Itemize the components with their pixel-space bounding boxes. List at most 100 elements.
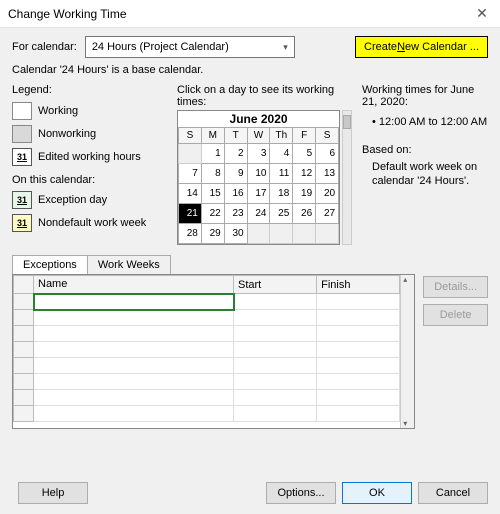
col-name[interactable]: Name bbox=[34, 276, 234, 294]
working-times-title: Working times for June 21, 2020: bbox=[362, 84, 488, 108]
grid-corner bbox=[14, 276, 34, 294]
row-header[interactable] bbox=[14, 390, 34, 406]
calendar-day[interactable]: 20 bbox=[316, 184, 339, 204]
grid-cell[interactable] bbox=[234, 390, 317, 406]
exceptions-grid[interactable]: Name Start Finish bbox=[12, 274, 415, 429]
working-times-panel: Working times for June 21, 2020: • 12:00… bbox=[362, 84, 488, 245]
title-bar: Change Working Time ✕ bbox=[0, 0, 500, 28]
details-button[interactable]: Details... bbox=[423, 276, 488, 298]
legend-panel: Legend: Working Nonworking 31Edited work… bbox=[12, 84, 167, 245]
calendar-grid[interactable]: SMTWThFS 1234567891011121314151617181920… bbox=[178, 127, 339, 244]
calendar-day[interactable]: 23 bbox=[224, 204, 247, 224]
grid-cell[interactable] bbox=[317, 342, 400, 358]
calendar-day[interactable]: 1 bbox=[201, 144, 224, 164]
row-header[interactable] bbox=[14, 374, 34, 390]
calendar-day[interactable]: 16 bbox=[224, 184, 247, 204]
grid-cell[interactable] bbox=[234, 310, 317, 326]
grid-cell[interactable] bbox=[234, 358, 317, 374]
calendar-day[interactable]: 22 bbox=[201, 204, 224, 224]
options-button[interactable]: Options... bbox=[266, 482, 336, 504]
calendar-day[interactable]: 9 bbox=[224, 164, 247, 184]
calendar-day bbox=[293, 224, 316, 244]
grid-cell[interactable] bbox=[234, 342, 317, 358]
on-this-label: On this calendar: bbox=[12, 174, 167, 186]
grid-cell[interactable] bbox=[34, 342, 234, 358]
calendar-day[interactable]: 25 bbox=[270, 204, 293, 224]
grid-cell[interactable] bbox=[317, 310, 400, 326]
calendar-day[interactable]: 5 bbox=[293, 144, 316, 164]
cancel-button[interactable]: Cancel bbox=[418, 482, 488, 504]
grid-cell[interactable] bbox=[317, 358, 400, 374]
grid-cell[interactable] bbox=[317, 406, 400, 422]
grid-cell[interactable] bbox=[234, 326, 317, 342]
working-swatch bbox=[12, 102, 32, 120]
calendar-day[interactable]: 14 bbox=[179, 184, 202, 204]
month-calendar[interactable]: June 2020 SMTWThFS 123456789101112131415… bbox=[177, 110, 340, 245]
calendar-day[interactable]: 17 bbox=[247, 184, 270, 204]
grid-cell[interactable] bbox=[34, 326, 234, 342]
grid-cell[interactable] bbox=[34, 310, 234, 326]
calendar-day[interactable]: 24 bbox=[247, 204, 270, 224]
calendar-day[interactable]: 18 bbox=[270, 184, 293, 204]
grid-cell[interactable] bbox=[34, 374, 234, 390]
grid-cell[interactable] bbox=[34, 358, 234, 374]
calendar-day[interactable]: 21 bbox=[179, 204, 202, 224]
grid-cell[interactable] bbox=[317, 374, 400, 390]
grid-cell[interactable] bbox=[34, 406, 234, 422]
calendar-day[interactable]: 13 bbox=[316, 164, 339, 184]
tab-strip: Exceptions Work Weeks bbox=[12, 255, 488, 274]
grid-cell[interactable] bbox=[317, 390, 400, 406]
calendar-day[interactable]: 26 bbox=[293, 204, 316, 224]
row-header[interactable] bbox=[14, 342, 34, 358]
calendar-day[interactable]: 7 bbox=[179, 164, 202, 184]
grid-cell[interactable] bbox=[317, 326, 400, 342]
grid-cell[interactable] bbox=[34, 390, 234, 406]
calendar-day[interactable]: 29 bbox=[201, 224, 224, 244]
calendar-day[interactable]: 12 bbox=[293, 164, 316, 184]
calendar-day[interactable]: 11 bbox=[270, 164, 293, 184]
calendar-day[interactable]: 27 bbox=[316, 204, 339, 224]
tab-exceptions[interactable]: Exceptions bbox=[12, 255, 88, 274]
scrollbar-thumb[interactable] bbox=[343, 115, 351, 129]
calendar-hint: Click on a day to see its working times: bbox=[177, 84, 352, 108]
grid-scrollbar[interactable] bbox=[400, 275, 414, 428]
col-start[interactable]: Start bbox=[234, 276, 317, 294]
calendar-day[interactable]: 19 bbox=[293, 184, 316, 204]
close-icon[interactable]: ✕ bbox=[472, 5, 492, 22]
calendar-day[interactable]: 30 bbox=[224, 224, 247, 244]
calendar-scrollbar[interactable] bbox=[342, 110, 352, 245]
help-button[interactable]: Help bbox=[18, 482, 88, 504]
grid-cell[interactable] bbox=[234, 294, 317, 310]
grid-cell[interactable] bbox=[317, 294, 400, 310]
create-new-calendar-button[interactable]: Create New Calendar ... bbox=[355, 36, 488, 58]
working-label: Working bbox=[38, 105, 78, 117]
based-on-text: Default work week on calendar '24 Hours'… bbox=[372, 160, 488, 189]
tab-work-weeks[interactable]: Work Weeks bbox=[87, 255, 171, 274]
dialog-content: For calendar: 24 Hours (Project Calendar… bbox=[0, 28, 500, 437]
calendar-day[interactable]: 10 bbox=[247, 164, 270, 184]
calendar-day[interactable]: 6 bbox=[316, 144, 339, 164]
for-calendar-row: For calendar: 24 Hours (Project Calendar… bbox=[12, 36, 488, 58]
footer: Help Options... OK Cancel bbox=[12, 482, 488, 504]
calendar-day[interactable]: 28 bbox=[179, 224, 202, 244]
col-finish[interactable]: Finish bbox=[317, 276, 400, 294]
calendar-combo[interactable]: 24 Hours (Project Calendar) ▾ bbox=[85, 36, 295, 58]
row-header[interactable] bbox=[14, 310, 34, 326]
row-header[interactable] bbox=[14, 406, 34, 422]
delete-button[interactable]: Delete bbox=[423, 304, 488, 326]
grid-cell[interactable] bbox=[234, 374, 317, 390]
row-header[interactable] bbox=[14, 294, 34, 310]
calendar-day[interactable]: 8 bbox=[201, 164, 224, 184]
calendar-day[interactable]: 2 bbox=[224, 144, 247, 164]
calendar-day[interactable]: 4 bbox=[270, 144, 293, 164]
ok-button[interactable]: OK bbox=[342, 482, 412, 504]
calendar-day[interactable]: 3 bbox=[247, 144, 270, 164]
calendar-combo-value: 24 Hours (Project Calendar) bbox=[92, 41, 229, 53]
nondefault-label: Nondefault work week bbox=[38, 217, 146, 229]
row-header[interactable] bbox=[14, 326, 34, 342]
grid-cell[interactable] bbox=[34, 294, 234, 310]
calendar-subtext: Calendar '24 Hours' is a base calendar. bbox=[12, 64, 488, 76]
row-header[interactable] bbox=[14, 358, 34, 374]
calendar-day[interactable]: 15 bbox=[201, 184, 224, 204]
grid-cell[interactable] bbox=[234, 406, 317, 422]
